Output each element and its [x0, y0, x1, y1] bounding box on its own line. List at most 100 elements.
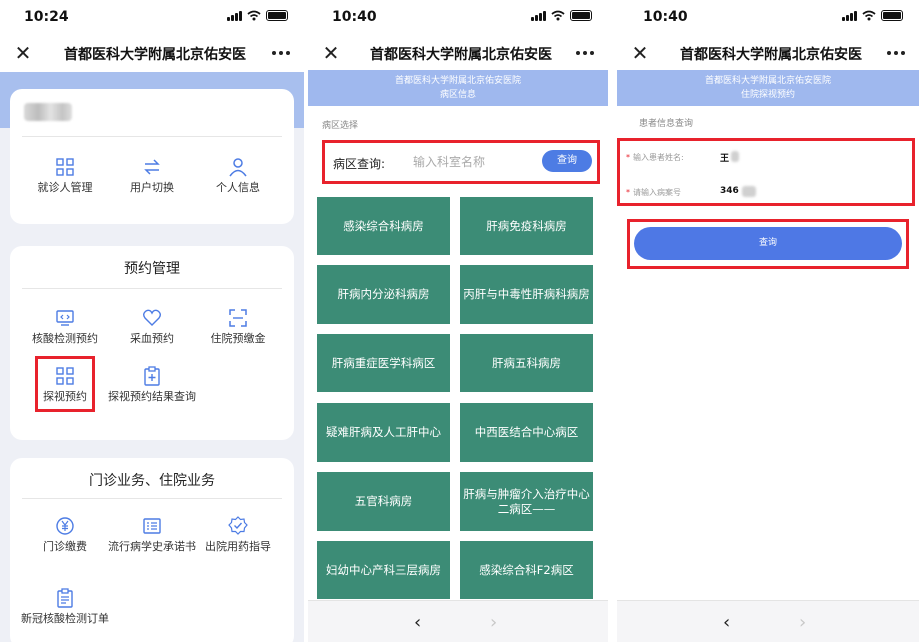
status-time: 10:40: [332, 9, 377, 25]
heart-icon: [143, 309, 161, 326]
close-icon[interactable]: ✕: [318, 40, 344, 66]
phone-screen-home: 10:24 ✕ 首都医科大学附属北京佑安医 就诊人管理 用户切换 个人信息 预约…: [0, 0, 304, 642]
menu-item-outpatient-payment[interactable]: 门诊缴费: [20, 516, 110, 553]
divider: [22, 288, 282, 289]
close-icon[interactable]: ✕: [10, 40, 36, 66]
menu-item-nucleic-test[interactable]: 核酸检测预约: [20, 308, 110, 345]
more-icon[interactable]: [268, 41, 294, 65]
wifi-icon: [247, 10, 261, 21]
ward-tile[interactable]: 肝病重症医学科病区: [317, 334, 450, 392]
divider: [22, 136, 282, 137]
menu-item-covid-test-order[interactable]: 新冠核酸检测订单: [20, 588, 110, 625]
badge-check-icon: [228, 516, 248, 535]
record-number-field[interactable]: 346: [720, 186, 739, 196]
ward-tile[interactable]: 感染综合科病房: [317, 197, 450, 255]
nav-bar: ✕ 首都医科大学附属北京佑安医: [617, 34, 919, 72]
redacted-name: [731, 151, 739, 162]
menu-item-label: 出院用药指导: [205, 540, 271, 553]
ward-tile[interactable]: 肝病免疫科病房: [460, 197, 593, 255]
page-banner: 首都医科大学附属北京佑安医院 病区信息: [308, 70, 608, 106]
ward-tile[interactable]: 五官科病房: [317, 472, 450, 531]
menu-item-discharge-medication[interactable]: 出院用药指导: [193, 516, 283, 553]
status-icons: [842, 10, 903, 21]
ward-search-input[interactable]: [413, 151, 543, 173]
patient-name-label: * 输入患者姓名:: [626, 153, 684, 162]
clipboard-list-icon: [57, 588, 73, 608]
ward-tile[interactable]: 疑难肝病及人工肝中心: [317, 403, 450, 462]
battery-icon: [881, 10, 903, 21]
battery-icon: [570, 10, 592, 21]
ward-tile[interactable]: 感染综合科F2病区: [460, 541, 593, 599]
banner-hospital-name: 首都医科大学附属北京佑安医院: [394, 76, 521, 86]
banner-hospital-name: 首都医科大学附属北京佑安医院: [704, 76, 831, 86]
grid-icon: [56, 158, 74, 176]
menu-item-personal-info[interactable]: 个人信息: [193, 157, 283, 194]
section-label: 病区选择: [322, 121, 359, 131]
menu-item-deposit[interactable]: 住院预缴金: [193, 308, 283, 345]
menu-item-blood-draw[interactable]: 采血预约: [107, 308, 197, 345]
highlight-visit-booking: [35, 356, 95, 412]
status-bar: 10:40: [308, 0, 608, 34]
menu-item-label: 用户切换: [130, 181, 174, 194]
menu-item-label: 核酸检测预约: [32, 332, 98, 345]
status-icons: [531, 10, 592, 21]
section-label: 患者信息查询: [639, 119, 694, 129]
forward-chevron-icon[interactable]: ›: [490, 612, 497, 633]
menu-item-label: 就诊人管理: [37, 181, 93, 194]
query-button[interactable]: 查询: [634, 227, 902, 260]
highlight-query: 查询: [627, 219, 909, 269]
patient-name-field[interactable]: 王: [720, 151, 729, 164]
redacted-record-number: [742, 186, 756, 197]
phone-screen-visit-booking: 10:40 ✕ 首都医科大学附属北京佑安医 首都医科大学附属北京佑安医院 住院探…: [617, 0, 919, 642]
page-title: 首都医科大学附属北京佑安医: [680, 47, 862, 63]
menu-item-switch-user[interactable]: 用户切换: [107, 157, 197, 194]
yen-circle-icon: [56, 517, 74, 535]
search-button[interactable]: 查询: [542, 150, 592, 172]
more-icon[interactable]: [883, 41, 909, 65]
wifi-icon: [551, 10, 565, 21]
more-icon[interactable]: [572, 41, 598, 65]
ward-tile[interactable]: 妇幼中心产科三层病房: [317, 541, 450, 599]
menu-item-label: 住院预缴金: [210, 332, 266, 345]
person-icon: [229, 158, 247, 177]
menu-item-epidemiology-pledge[interactable]: 流行病学史承诺书: [107, 516, 197, 553]
banner-page-name: 病区信息: [439, 90, 476, 100]
menu-item-visit-result[interactable]: 探视预约结果查询: [107, 366, 197, 403]
monitor-code-icon: [56, 310, 74, 326]
page-banner: 首都医科大学附属北京佑安医院 住院探视预约: [617, 70, 919, 106]
divider: [22, 498, 282, 499]
signal-icon: [842, 10, 857, 21]
menu-item-label: 个人信息: [216, 181, 260, 194]
forward-chevron-icon[interactable]: ›: [799, 612, 806, 633]
nav-bar: ✕ 首都医科大学附属北京佑安医: [0, 34, 304, 72]
battery-icon: [266, 10, 288, 21]
page-title: 首都医科大学附属北京佑安医: [64, 47, 246, 63]
back-chevron-icon[interactable]: ‹: [414, 612, 421, 633]
ward-tile[interactable]: 肝病内分泌科病房: [317, 265, 450, 324]
section-title: 门诊业务、住院业务: [89, 473, 215, 489]
status-bar: 10:24: [0, 0, 304, 34]
clipboard-plus-icon: [144, 366, 160, 386]
status-time: 10:24: [24, 9, 69, 25]
ward-search-bar: 病区查询: 查询: [322, 140, 600, 184]
back-chevron-icon[interactable]: ‹: [723, 612, 730, 633]
ward-tile[interactable]: 中西医结合中心病区: [460, 403, 593, 462]
ward-tile[interactable]: 丙肝与中毒性肝病科病房: [460, 265, 593, 324]
status-bar: 10:40: [617, 0, 919, 34]
ward-tile[interactable]: 肝病五科病房: [460, 334, 593, 392]
section-title: 预约管理: [124, 261, 180, 277]
menu-item-label: 门诊缴费: [43, 540, 87, 553]
record-number-label: * 请输入病案号: [626, 188, 681, 197]
menu-item-label: 新冠核酸检测订单: [21, 612, 109, 625]
user-card: 就诊人管理 用户切换 个人信息: [10, 89, 294, 224]
banner-page-name: 住院探视预约: [740, 90, 795, 100]
switch-arrows-icon: [144, 159, 160, 175]
close-icon[interactable]: ✕: [627, 40, 653, 66]
wifi-icon: [862, 10, 876, 21]
menu-item-patient-management[interactable]: 就诊人管理: [20, 157, 110, 194]
search-label: 病区查询:: [333, 157, 386, 171]
screenshot-composite: 10:24 ✕ 首都医科大学附属北京佑安医 就诊人管理 用户切换 个人信息 预约…: [0, 0, 919, 642]
nav-bar: ✕ 首都医科大学附属北京佑安医: [308, 34, 608, 72]
ward-tile[interactable]: 肝病与肿瘤介入治疗中心二病区——: [460, 472, 593, 531]
user-name-blurred: [24, 103, 72, 121]
